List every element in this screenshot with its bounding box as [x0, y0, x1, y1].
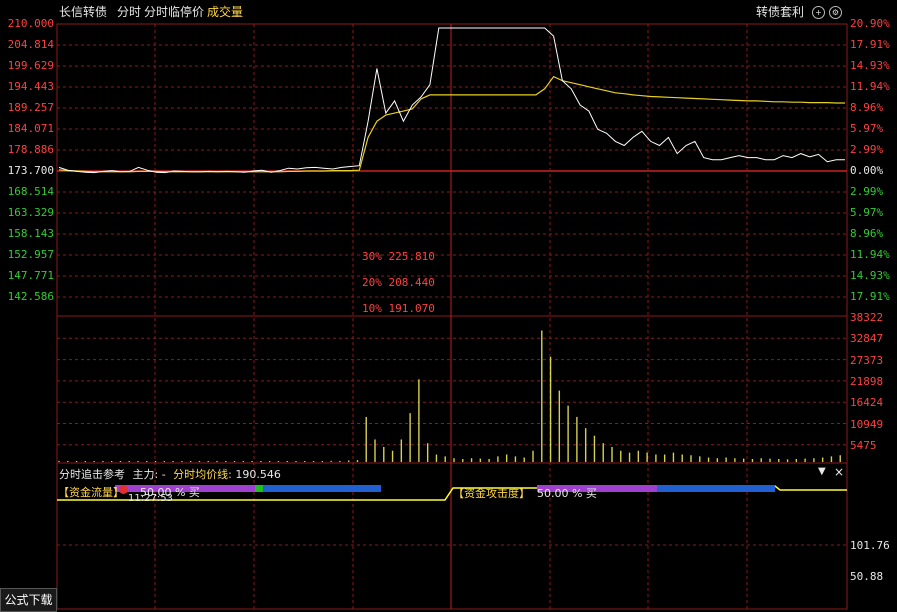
attack-label: 【资金攻击度】	[453, 487, 530, 500]
price-pane-frame	[56, 23, 848, 317]
price-tick-label: 204.814	[7, 38, 54, 51]
volume-pane-frame	[56, 315, 848, 464]
price-tick-label: 158.143	[7, 227, 54, 240]
percent-tick-label: 8.96%	[850, 227, 884, 240]
top-bar: 长信转债 分时 分时临停价 成交量 转债套利 + ⚙	[0, 0, 897, 24]
percent-tick-label: 17.91%	[850, 38, 890, 51]
arbitrage-button[interactable]: 转债套利	[756, 5, 804, 19]
price-tick-label: 184.071	[7, 122, 54, 135]
tab-limit-price[interactable]: 分时临停价	[144, 5, 204, 19]
avg-price-label: 分时均价线:	[173, 468, 232, 481]
attack-value: 50.00 % 买	[537, 487, 597, 500]
chart-canvas	[56, 23, 848, 610]
percent-tick-label: 17.91%	[850, 290, 890, 303]
formula-download-button[interactable]: 公式下载	[0, 588, 57, 612]
volume-tick-label: 5475	[850, 438, 877, 452]
percent-tick-label: 8.96%	[850, 101, 884, 114]
percent-tick-label: 5.97%	[850, 206, 884, 219]
chevron-down-icon[interactable]: ▼	[818, 466, 826, 477]
percent-tick-label: 2.99%	[850, 185, 884, 198]
money-flow-time: 11:27:53	[128, 493, 173, 504]
percent-tick-label: 14.93%	[850, 269, 890, 282]
avg-price-value: 190.546	[235, 468, 281, 481]
indicator-title: 分时追击参考	[59, 468, 125, 481]
money-flow-label: 【资金流量】	[58, 486, 124, 499]
volume-tick-label: 32847	[850, 332, 884, 346]
settings-icon[interactable]: ⚙	[829, 6, 842, 19]
tab-volume[interactable]: 成交量	[207, 5, 243, 19]
percent-tick-label: 11.94%	[850, 248, 890, 261]
indicator-tick-label: 101.76	[850, 539, 890, 552]
percent-tick-label: 0.00%	[850, 164, 884, 177]
volume-tick-label: 21898	[850, 374, 884, 388]
indicator-tick-label: 50.88	[850, 570, 884, 583]
percent-tick-label: 14.93%	[850, 59, 890, 72]
price-tick-label: 178.886	[7, 143, 54, 156]
price-tick-label: 163.329	[7, 206, 54, 219]
volume-tick-label: 16424	[850, 396, 884, 410]
close-icon[interactable]: ×	[834, 465, 844, 479]
volume-tick-label: 38322	[850, 311, 884, 324]
price-tick-label: 168.514	[7, 185, 54, 198]
price-tick-label: 147.771	[7, 269, 54, 282]
price-tick-label: 194.443	[7, 80, 54, 93]
price-tick-label: 210.000	[7, 17, 54, 30]
main-force-label: 主力: -	[132, 468, 166, 481]
limit-price-item: 10% 191.070	[362, 302, 435, 315]
percent-tick-label: 20.90%	[850, 17, 890, 30]
limit-price-item: 20% 208.440	[362, 276, 435, 289]
percent-tick-label: 5.97%	[850, 122, 884, 135]
price-tick-label: 152.957	[7, 248, 54, 261]
price-tick-label: 199.629	[7, 59, 54, 72]
limit-price-item: 30% 225.810	[362, 250, 435, 263]
plus-icon[interactable]: +	[812, 6, 825, 19]
price-tick-label: 173.700	[7, 164, 54, 177]
average-price-line	[58, 75, 845, 173]
volume-tick-label: 10949	[850, 417, 884, 431]
price-tick-label: 189.257	[7, 101, 54, 114]
price-tick-label: 142.586	[7, 290, 54, 303]
security-name: 长信转债	[59, 5, 108, 19]
percent-tick-label: 2.99%	[850, 143, 884, 156]
volume-tick-label: 27373	[850, 353, 884, 367]
indicator-title-row: 分时追击参考 主力: - 分时均价线: 190.546	[59, 466, 281, 482]
money-flow-dot-icon	[119, 485, 128, 494]
percent-tick-label: 11.94%	[850, 80, 890, 93]
tab-intraday[interactable]: 分时	[117, 5, 141, 19]
